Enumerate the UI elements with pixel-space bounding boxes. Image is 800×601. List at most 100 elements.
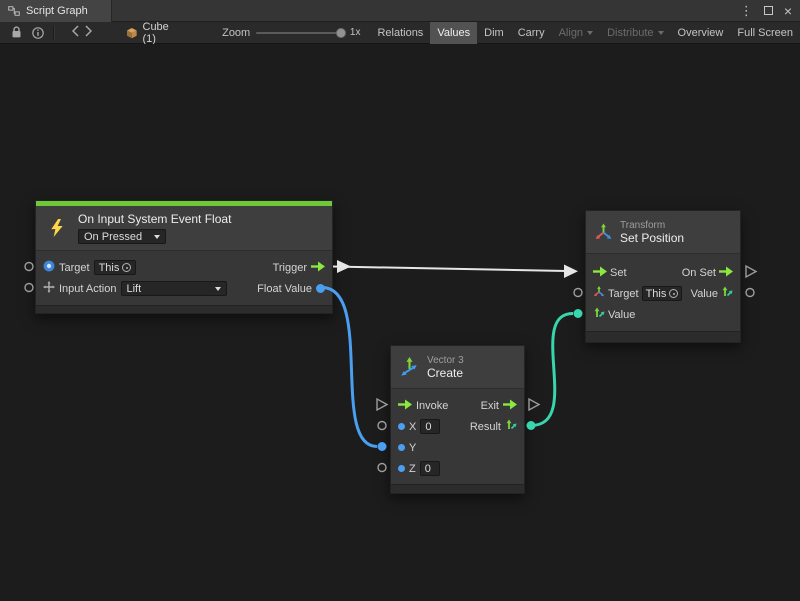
port-on-set-out[interactable] [746,266,756,277]
z-value-field[interactable]: 0 [420,461,440,476]
relations-button[interactable]: Relations [370,22,430,44]
script-graph-window: Script Graph ⋮ × Cube (1) Zoom 1x [0,0,800,601]
zoom-slider-track[interactable] [256,32,344,34]
node-transform-set-position[interactable]: Transform Set Position Set On Set Target… [585,210,741,343]
x-port-dot[interactable] [398,423,405,430]
control-input-arrow-icon[interactable] [398,399,412,413]
vector3-mini-icon[interactable] [593,307,605,322]
port-value-in-connected[interactable] [574,309,583,318]
y-port-dot[interactable] [398,444,405,451]
port-row-x-result: X 0 Result [391,416,524,437]
node-on-input-system-event-float[interactable]: On Input System Event Float On Pressed T… [35,200,333,314]
node-footer [36,305,332,313]
event-mode-dropdown[interactable]: On Pressed [78,229,166,244]
port-event-target-in[interactable] [25,263,33,271]
window-menu-icon[interactable]: ⋮ [740,4,753,17]
port-row-input-action: Input Action Lift Float Value [36,278,332,299]
z-port-dot[interactable] [398,465,405,472]
graph-canvas[interactable]: On Input System Event Float On Pressed T… [0,44,800,601]
caret-down-icon [215,287,221,291]
node-vector3-create[interactable]: Vector 3 Create Invoke Exit X 0 Res [390,345,525,494]
set-port-label: Set [610,267,627,279]
port-y-in-connected[interactable] [378,442,387,451]
control-wire-end-arrow [564,265,578,279]
values-button[interactable]: Values [430,22,477,44]
y-port-label: Y [409,442,416,454]
x-value-field[interactable]: 0 [420,419,440,434]
node-title: Set Position [620,231,684,245]
port-invoke-in[interactable] [377,399,387,410]
port-row-z: Z 0 [391,458,524,479]
trigger-port-label: Trigger [273,262,307,274]
transform-mini-icon [593,286,605,301]
toolbar-separator [53,26,54,40]
dim-button[interactable]: Dim [477,22,511,44]
caret-down-icon [154,235,160,239]
tab-label: Script Graph [26,5,88,17]
zoom-slider-handle[interactable] [336,28,346,38]
control-wire [333,267,566,272]
node-type-label: Transform [620,220,684,231]
node-footer [391,484,524,493]
port-value-out[interactable] [746,289,754,297]
caret-down-icon [587,31,593,35]
overview-button[interactable]: Overview [671,22,731,44]
caret-down-icon [658,31,664,35]
z-port-label: Z [409,463,416,475]
node-title: On Input System Event Float [78,212,231,226]
input-action-icon [43,281,55,296]
close-icon[interactable]: × [784,4,792,18]
control-input-arrow-icon[interactable] [593,266,607,280]
node-title: Create [427,366,464,380]
target-object-field[interactable]: This [94,260,137,275]
control-output-arrow-icon[interactable] [503,399,517,413]
tab-script-graph[interactable]: Script Graph [0,0,112,22]
maximize-icon[interactable] [764,6,773,15]
event-mode-value: On Pressed [84,231,142,243]
vector3-mini-icon[interactable] [721,286,733,301]
port-x-in[interactable] [378,422,386,430]
gameobject-icon [43,260,55,275]
graph-target-label: Cube (1) [143,21,185,45]
port-event-action-in[interactable] [25,284,33,292]
vector3-mini-icon[interactable] [505,419,517,434]
port-row-value-input: Value [586,304,740,325]
nav-back-icon[interactable] [72,25,79,40]
lock-icon[interactable] [6,22,27,44]
titlebar: Script Graph ⋮ × [0,0,800,22]
port-z-in[interactable] [378,464,386,472]
result-port-label: Result [470,421,501,433]
carry-button[interactable]: Carry [511,22,552,44]
input-action-port-label: Input Action [59,283,117,295]
full-screen-button[interactable]: Full Screen [730,22,800,44]
port-row-target-value: Target This Value [586,283,740,304]
vector-wire [531,314,573,426]
object-picker-icon [669,289,678,298]
graph-asset-icon [8,5,20,17]
nav-forward-icon[interactable] [85,25,92,40]
info-icon[interactable] [27,22,48,44]
float-value-port-dot[interactable] [316,284,325,293]
control-output-arrow-icon[interactable] [311,261,325,275]
port-transform-target-in[interactable] [574,289,582,297]
input-action-dropdown[interactable]: Lift [121,281,227,296]
target-port-label: Target [608,288,639,300]
vector3-icon [391,346,427,388]
align-button[interactable]: Align [552,22,600,44]
control-wire-start-arrow [337,260,351,273]
exit-port-label: Exit [481,400,499,412]
port-exit-out[interactable] [529,399,539,410]
distribute-button[interactable]: Distribute [600,22,670,44]
zoom-slider[interactable] [256,27,344,39]
port-row-target: Target This Trigger [36,257,332,278]
port-row-set-onset: Set On Set [586,262,740,283]
target-object-field[interactable]: This [642,286,683,301]
value-input-port-label: Value [608,309,635,321]
control-output-arrow-icon[interactable] [719,266,733,280]
transform-icon [586,211,620,253]
port-row-y: Y [391,437,524,458]
graph-target-breadcrumb[interactable]: Cube (1) [126,21,184,45]
target-port-label: Target [59,262,90,274]
node-footer [586,331,740,342]
port-result-out-connected[interactable] [527,421,536,430]
